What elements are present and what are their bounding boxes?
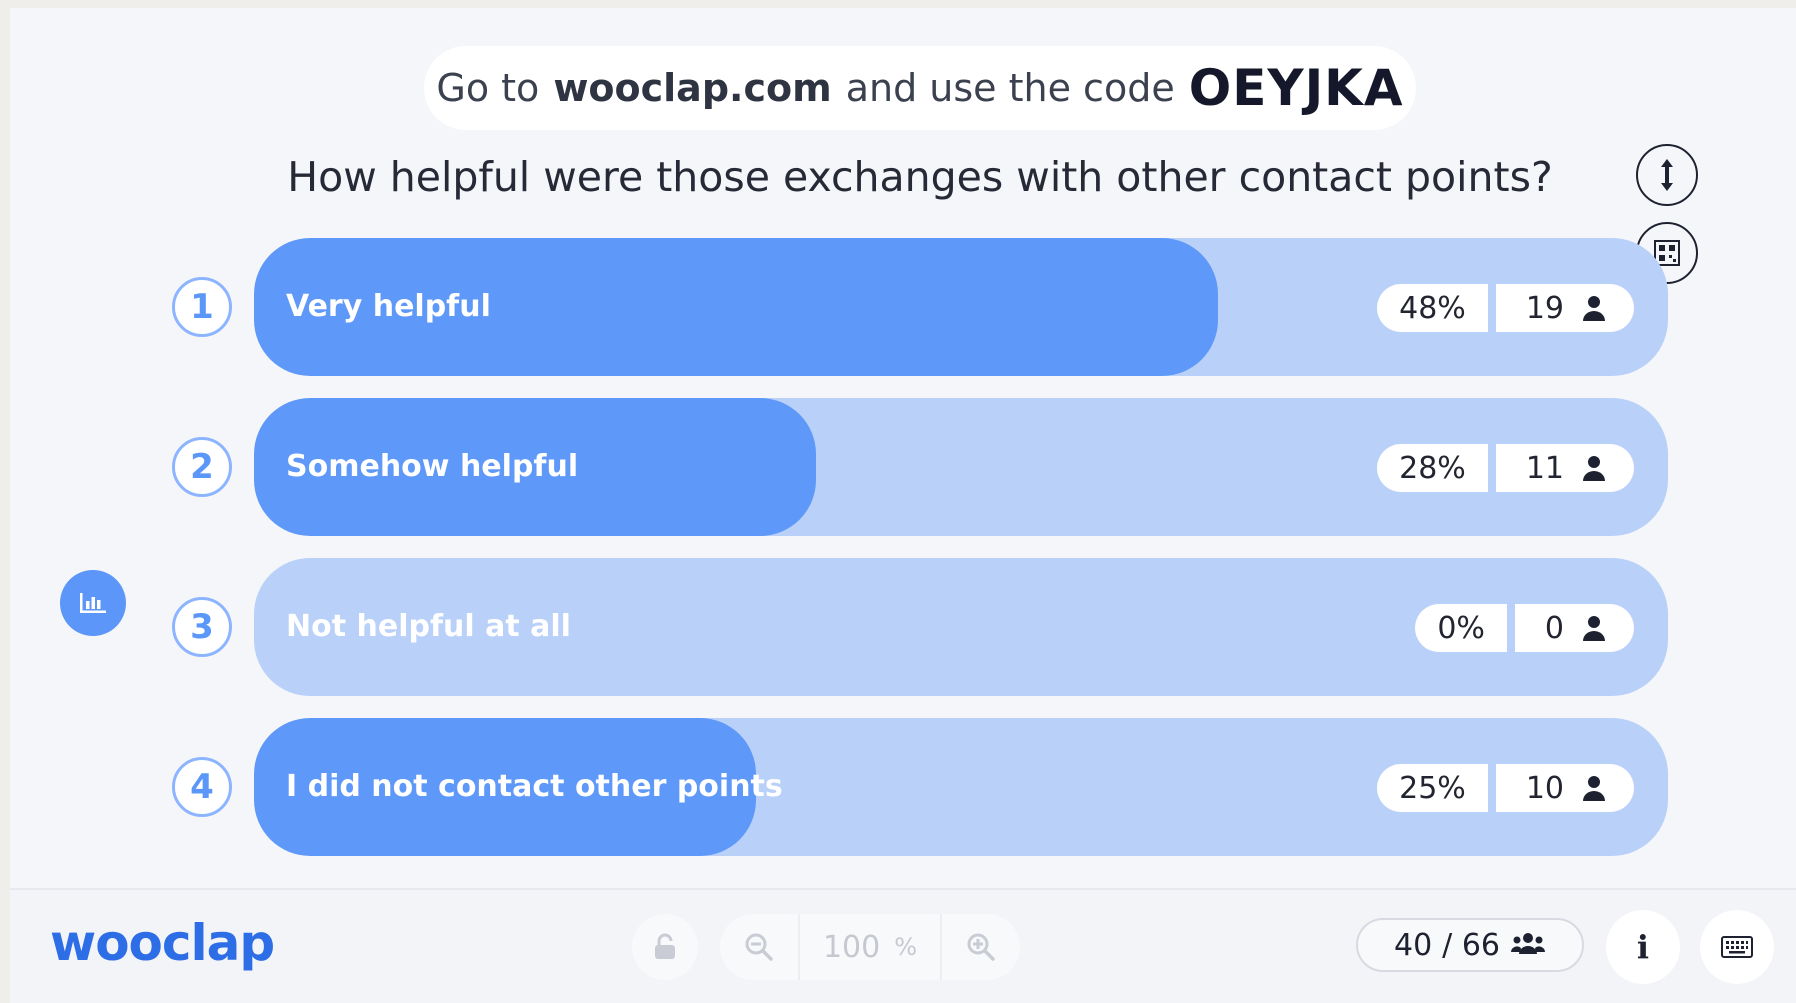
question-title: How helpful were those exchanges with ot… [287,153,1553,201]
option-number: 4 [172,757,232,817]
zoom-unit: % [894,933,918,961]
person-icon [1582,775,1606,801]
option-count: 0 [1514,604,1634,652]
option-bar-track: Not helpful at all 0% 0 [254,558,1668,696]
person-icon [1582,615,1606,641]
option-percent: 25% [1377,764,1488,812]
info-icon: i [1636,928,1650,966]
option-percent: 48% [1377,284,1488,332]
option-label: Very helpful [286,289,491,324]
zoom-controls: 100 % [720,914,1020,980]
wooclap-logo: wooclap [50,914,275,972]
answer-option-4[interactable]: 4 I did not contact other points 25% 10 [10,718,1796,856]
option-percent: 28% [1377,444,1488,492]
option-bar-track: Somehow helpful 28% 11 [254,398,1668,536]
option-bar-track: Very helpful 48% 19 [254,238,1668,376]
zoom-value: 100 [822,929,881,965]
lock-icon[interactable] [632,914,698,980]
option-count: 10 [1495,764,1634,812]
option-count-value: 10 [1525,770,1564,806]
option-number: 1 [172,277,232,337]
person-icon [1582,295,1606,321]
answer-option-1[interactable]: 1 Very helpful 48% 19 [10,238,1796,376]
join-instructions: Go to wooclap.com and use the code OEYJK… [424,46,1416,130]
keyboard-icon[interactable] [1700,910,1774,984]
option-count: 19 [1495,284,1634,332]
join-middle: and use the code [845,66,1175,110]
zoom-level[interactable]: 100 % [798,914,942,980]
presentation-stage: Go to wooclap.com and use the code OEYJK… [10,8,1796,888]
person-icon [1582,455,1606,481]
zoom-in-icon[interactable] [942,914,1020,980]
option-number: 3 [172,597,232,657]
option-label: Not helpful at all [286,609,571,644]
vertical-arrows-icon[interactable] [1636,144,1698,206]
option-label: I did not contact other points [286,769,783,804]
option-stats: 0% 0 [1415,604,1634,652]
join-site: wooclap.com [553,66,832,110]
join-prefix: Go to [436,66,540,110]
option-stats: 48% 19 [1377,284,1634,332]
option-label: Somehow helpful [286,449,579,484]
info-button[interactable]: i [1606,910,1680,984]
option-count: 11 [1495,444,1634,492]
option-percent: 0% [1415,604,1507,652]
footer-bar: wooclap 100 % 40 / 66 i [10,888,1796,1003]
join-code: OEYJKA [1188,59,1404,117]
option-number: 2 [172,437,232,497]
option-stats: 28% 11 [1377,444,1634,492]
participants-counter[interactable]: 40 / 66 [1356,918,1584,972]
users-icon [1510,928,1546,963]
option-count-value: 0 [1544,610,1564,646]
zoom-out-icon[interactable] [720,914,798,980]
participants-answered: 40 [1393,927,1433,963]
option-bar-track: I did not contact other points 25% 10 [254,718,1668,856]
option-count-value: 11 [1525,450,1564,486]
answer-option-2[interactable]: 2 Somehow helpful 28% 11 [10,398,1796,536]
participants-total: / 66 [1442,927,1500,963]
answer-option-3[interactable]: 3 Not helpful at all 0% 0 [10,558,1796,696]
option-stats: 25% 10 [1377,764,1634,812]
option-count-value: 19 [1525,290,1564,326]
